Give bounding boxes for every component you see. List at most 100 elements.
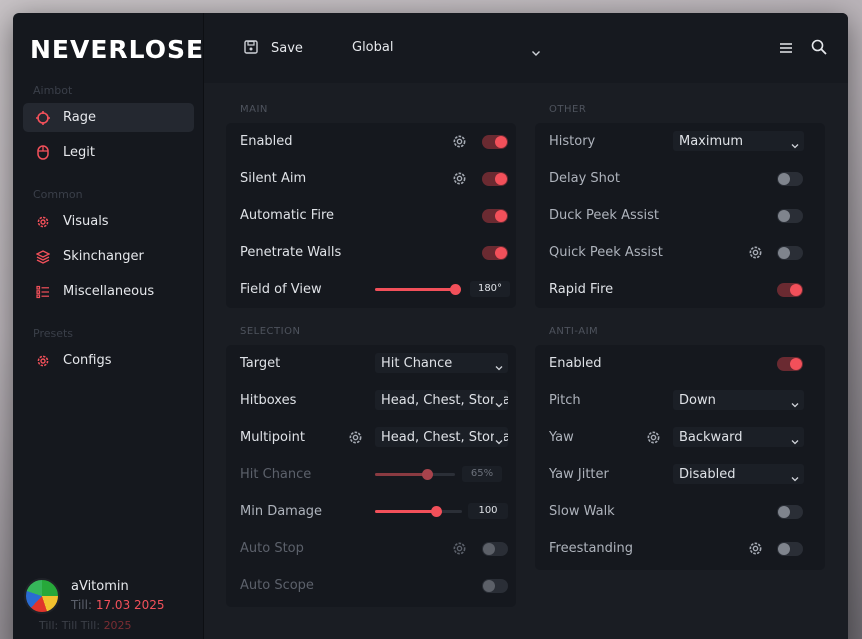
slider-thumb[interactable] [422,469,433,480]
sidebar-item-visuals[interactable]: Visuals [23,207,194,236]
setting-label: Target [240,356,281,371]
slider-hit-chance[interactable] [375,469,455,480]
chevron-down-icon[interactable] [531,42,541,61]
setting-label: Enabled [240,134,293,149]
group-title-main: MAIN [240,104,268,115]
toggle-anti-aim-enabled[interactable] [777,357,803,371]
gear-icon[interactable] [348,430,363,445]
slider-fill [375,510,436,513]
toggle-knob [495,136,507,148]
sidebar-item-configs[interactable]: Configs [23,346,194,375]
list-icon [35,284,51,300]
select-target[interactable]: Hit Chance [375,353,508,373]
chevron-down-icon [790,136,800,149]
gear-icon[interactable] [452,134,467,149]
app-logo: NEVERLOSE [30,35,205,64]
select-hitboxes[interactable]: Head, Chest, Stomach [375,390,508,410]
setting-min-damage: Min Damage 100 [226,493,516,530]
select-yaw-jitter[interactable]: Disabled [673,464,804,484]
till-date: 17.03 2025 [95,598,165,612]
group-title-selection: SELECTION [240,326,301,337]
profile-select[interactable]: Global [352,40,393,55]
setting-label: Hitboxes [240,393,297,408]
toggle-automatic-fire[interactable] [482,209,508,223]
save-button[interactable]: Save [244,39,303,58]
setting-quick-peek-assist: Quick Peek Assist [535,234,825,271]
ghost-date: 2025 [103,619,132,632]
menu-icon[interactable] [779,40,793,59]
setting-label: Silent Aim [240,171,307,186]
toggle-duck-peek-assist[interactable] [777,209,803,223]
group-selection: Target Hit Chance Hitboxes Head, Chest, … [226,345,516,607]
gear-icon[interactable] [646,430,661,445]
select-value: Down [679,393,716,408]
select-pitch[interactable]: Down [673,390,804,410]
select-history[interactable]: Maximum [673,131,804,151]
setting-label: Delay Shot [549,171,620,186]
toggle-freestanding[interactable] [777,542,803,556]
setting-hitboxes: Hitboxes Head, Chest, Stomach [226,382,516,419]
chevron-down-icon [494,358,504,371]
main-content: Save Global MAIN Enabled Silent Aim Auto… [204,13,848,639]
group-title-anti-aim: ANTI-AIM [549,326,599,337]
sidebar-item-rage[interactable]: Rage [23,103,194,132]
select-yaw[interactable]: Backward [673,427,804,447]
slider-fill [375,473,427,476]
slider-thumb[interactable] [430,506,442,517]
setting-label: Slow Walk [549,504,615,519]
toggle-enabled[interactable] [482,135,508,149]
app-window: NEVERLOSE Aimbot Rage Legit Common Visua… [13,13,848,639]
sidebar-item-miscellaneous[interactable]: Miscellaneous [23,277,194,306]
setting-history: History Maximum [535,123,825,160]
sidebar-item-label: Visuals [63,214,109,229]
setting-slow-walk: Slow Walk [535,493,825,530]
select-multipoint[interactable]: Head, Chest, Stomach [375,427,508,447]
toggle-delay-shot[interactable] [777,172,803,186]
search-icon[interactable] [811,39,827,59]
slider-field-of-view[interactable] [375,284,461,295]
setting-multipoint: Multipoint Head, Chest, Stomach [226,419,516,456]
slider-thumb[interactable] [450,284,461,295]
toggle-auto-scope[interactable] [482,579,508,593]
chevron-down-icon [790,432,800,445]
setting-label: Yaw [549,430,574,445]
setting-label: Auto Scope [240,578,314,593]
setting-penetrate-walls: Penetrate Walls [226,234,516,271]
setting-field-of-view: Field of View 180° [226,271,516,308]
save-label: Save [271,41,303,56]
floppy-icon [244,39,258,58]
toggle-slow-walk[interactable] [777,505,803,519]
setting-label: Yaw Jitter [549,467,609,482]
gear-icon[interactable] [748,245,763,260]
setting-label: Freestanding [549,541,634,556]
ghost-text: Till: Till Till: 2025 [39,619,132,632]
setting-rapid-fire: Rapid Fire [535,271,825,308]
slider-min-damage[interactable] [375,506,462,517]
sidebar-item-label: Skinchanger [63,249,144,264]
group-other: History Maximum Delay Shot Duck Peek Ass… [535,123,825,308]
setting-label: Duck Peek Assist [549,208,660,223]
toggle-silent-aim[interactable] [482,172,508,186]
toggle-auto-stop[interactable] [482,542,508,556]
select-value: Head, Chest, Stomach [381,393,508,408]
setting-delay-shot: Delay Shot [535,160,825,197]
setting-label: Pitch [549,393,581,408]
sidebar-item-legit[interactable]: Legit [23,138,194,167]
gear-icon[interactable] [452,541,467,556]
gear-icon[interactable] [452,171,467,186]
toggle-knob [495,210,507,222]
setting-auto-scope: Auto Scope [226,567,516,604]
avatar[interactable] [24,578,60,614]
sidebar-item-skinchanger[interactable]: Skinchanger [23,242,194,271]
toggle-quick-peek-assist[interactable] [777,246,803,260]
setting-freestanding: Freestanding [535,530,825,567]
toggle-penetrate-walls[interactable] [482,246,508,260]
select-value: Maximum [679,134,744,149]
setting-pitch: Pitch Down [535,382,825,419]
toggle-rapid-fire[interactable] [777,283,803,297]
setting-label: Quick Peek Assist [549,245,663,260]
gear-icon[interactable] [748,541,763,556]
setting-label: Multipoint [240,430,305,445]
gear-icon [35,353,51,369]
setting-label: Field of View [240,282,322,297]
